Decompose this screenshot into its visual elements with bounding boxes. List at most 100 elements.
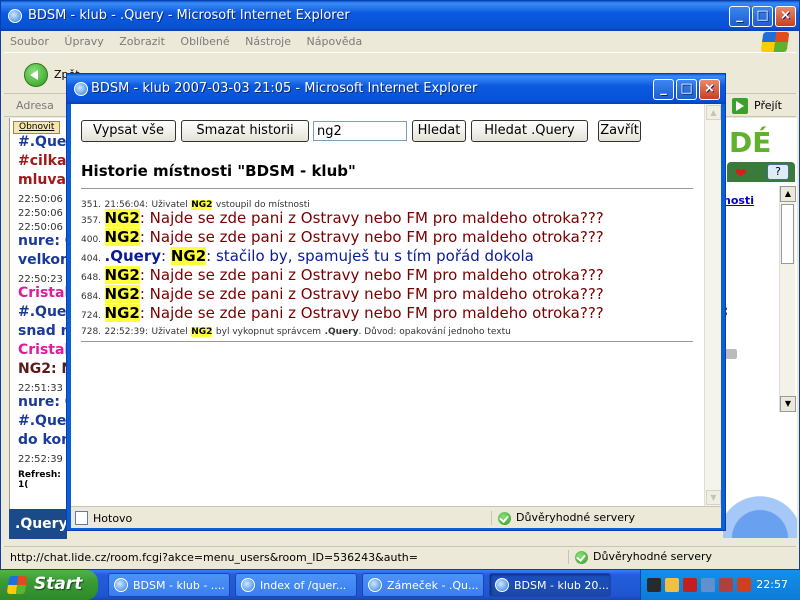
start-button[interactable]: Start <box>0 570 98 600</box>
history-entry: 648. NG2: Najde se zde pani z Ostravy ne… <box>81 266 604 284</box>
scroll-down-icon[interactable]: ▼ <box>706 490 721 505</box>
menu-tools[interactable]: Nástroje <box>239 31 297 48</box>
popup-title: BDSM - klub 2007-03-03 21:05 - Microsoft… <box>91 81 478 96</box>
nick-highlight: NG2 <box>104 266 140 284</box>
zone-label: Důvěryhodné servery <box>516 511 636 524</box>
security-zone: Důvěryhodné servery <box>491 511 635 525</box>
windows-logo-icon <box>760 32 790 52</box>
chat-column: Obnovit #.Quer #cilka1 mluva. 22:50:06 22:50… <box>9 118 67 538</box>
taskbar: Start BDSM - klub - .... Index of /quer.… <box>0 570 800 600</box>
entry-number: 404. <box>81 254 102 264</box>
bg-window-title: BDSM - klub - .Query - Microsoft Interne… <box>28 8 350 23</box>
chat-line: nure: C <box>18 394 67 410</box>
history-entry: 684. NG2: Najde se zde pani z Ostravy ne… <box>81 285 604 303</box>
trusted-zone-icon <box>498 511 511 525</box>
refresh-button-label: Obnovit <box>19 122 55 132</box>
popup-content: Vypsat vše Smazat historii Hledat Hledat… <box>71 104 721 506</box>
entry-number: 400. <box>81 235 102 245</box>
bg-status-bar: http://chat.lide.cz/room.fcgi?akce=menu_… <box>4 546 796 568</box>
refresh-button[interactable]: Obnovit <box>13 121 61 134</box>
menu-file[interactable]: Soubor <box>4 31 55 48</box>
show-all-button[interactable]: Vypsat vše <box>81 120 176 142</box>
heart-icon[interactable]: ❤ <box>735 166 747 182</box>
nick-highlight: NG2 <box>191 327 213 337</box>
scroll-up-icon[interactable]: ▲ <box>780 186 796 202</box>
entry-number: 648. <box>81 273 102 283</box>
ie-icon <box>74 82 88 96</box>
menu-edit[interactable]: Úpravy <box>58 31 109 48</box>
scroll-thumb[interactable] <box>781 204 794 264</box>
chat-line: snad n <box>18 323 67 339</box>
tray-folder-icon[interactable] <box>665 578 679 592</box>
chat-line: #.Quer <box>18 304 67 320</box>
task-label: Zámeček - .Qu... <box>387 579 479 592</box>
right-link[interactable]: nosti <box>723 194 754 207</box>
bg-window-titlebar[interactable]: BDSM - klub - .Query - Microsoft Interne… <box>1 1 799 31</box>
entry-number: 684. <box>81 292 102 302</box>
search-button[interactable]: Hledat <box>412 120 466 142</box>
right-scrollbar[interactable]: ▲ ▼ <box>779 186 796 412</box>
task-label: BDSM - klub 20... <box>514 579 609 592</box>
chat-line: Cristal <box>18 285 67 301</box>
go-button[interactable]: Přejít <box>732 97 788 115</box>
chat-line: #cilka1 <box>18 153 67 169</box>
task-label: BDSM - klub - .... <box>133 579 225 592</box>
address-label: Adresa <box>16 99 54 112</box>
entry-number: 724. <box>81 311 102 321</box>
entry-message: : Najde se zde pani z Ostravy nebo FM pr… <box>139 266 604 284</box>
taskbar-item[interactable]: BDSM - klub - .... <box>108 573 230 597</box>
taskbar-item-active[interactable]: BDSM - klub 20... <box>489 573 611 597</box>
history-entry: 400. NG2: Najde se zde pani z Ostravy ne… <box>81 228 604 246</box>
close-popup-button[interactable]: Zavřít <box>598 120 641 142</box>
tray-network-icon[interactable] <box>701 578 715 592</box>
maximize-button[interactable]: □ <box>752 6 773 27</box>
security-zone: Důvěryhodné servery <box>568 550 712 564</box>
clear-history-button[interactable]: Smazat historii <box>181 120 309 142</box>
entry-number: 357. <box>81 216 102 226</box>
ie-icon <box>241 578 255 592</box>
page-icon <box>75 511 88 525</box>
entry-number: 728. <box>81 327 102 337</box>
search-query-button[interactable]: Hledat .Query <box>471 120 588 142</box>
chat-timestamp: 22:50:23 <box>18 274 63 285</box>
taskbar-item[interactable]: Index of /quer... <box>235 573 357 597</box>
right-pane: DÉ ❤ ? nosti : ▲ ▼ <box>723 118 797 538</box>
chat-timestamp: 22:51:33 <box>18 383 63 394</box>
search-input[interactable] <box>313 121 407 141</box>
scroll-up-icon[interactable]: ▲ <box>706 105 721 120</box>
menu-help[interactable]: Nápověda <box>301 31 369 48</box>
history-entry: 728. 22:52:39: Uživatel NG2 byl vykopnut… <box>81 324 511 337</box>
entry-author: .Query <box>104 247 162 265</box>
popup-scrollbar[interactable]: ▲ ▼ <box>704 104 721 506</box>
tray-antivirus-icon[interactable] <box>683 578 697 592</box>
clock: 22:57 <box>756 578 788 591</box>
popup-maximize-button[interactable]: □ <box>676 79 697 100</box>
trusted-zone-icon <box>575 550 588 564</box>
status-url: http://chat.lide.cz/room.fcgi?akce=menu_… <box>10 551 418 564</box>
close-button[interactable]: × <box>775 6 796 27</box>
refresh-line: Refresh: 1( <box>18 470 61 490</box>
divider <box>81 188 693 189</box>
go-label: Přejít <box>754 99 782 112</box>
menu-favorites[interactable]: Oblíbené <box>174 31 235 48</box>
minimize-button[interactable]: _ <box>729 6 750 27</box>
back-arrow-icon[interactable] <box>24 63 48 87</box>
tray-volume-icon[interactable] <box>737 578 751 592</box>
menu-view[interactable]: Zobrazit <box>113 31 171 48</box>
history-entry: 404. .Query: NG2: stačilo by, spamuješ t… <box>81 247 534 265</box>
divider <box>81 341 693 342</box>
popup-close-button[interactable]: × <box>699 79 720 100</box>
popup-minimize-button[interactable]: _ <box>653 79 674 100</box>
entry-time: 22:52:39: <box>104 327 148 337</box>
tray-security-icon[interactable] <box>719 578 733 592</box>
tray-app-icon[interactable] <box>647 578 661 592</box>
chat-timestamp: 22:50:06 <box>18 194 63 205</box>
scroll-down-icon[interactable]: ▼ <box>780 396 796 412</box>
chat-line: #.Quer <box>18 134 67 150</box>
history-popup-window: BDSM - klub 2007-03-03 21:05 - Microsoft… <box>66 73 726 531</box>
popup-titlebar[interactable]: BDSM - klub 2007-03-03 21:05 - Microsoft… <box>67 74 725 104</box>
help-icon[interactable]: ? <box>767 164 789 180</box>
popup-status-bar: Hotovo Důvěryhodné servery <box>71 506 721 528</box>
nick-highlight: NG2 <box>104 228 140 246</box>
taskbar-item[interactable]: Zámeček - .Qu... <box>362 573 484 597</box>
